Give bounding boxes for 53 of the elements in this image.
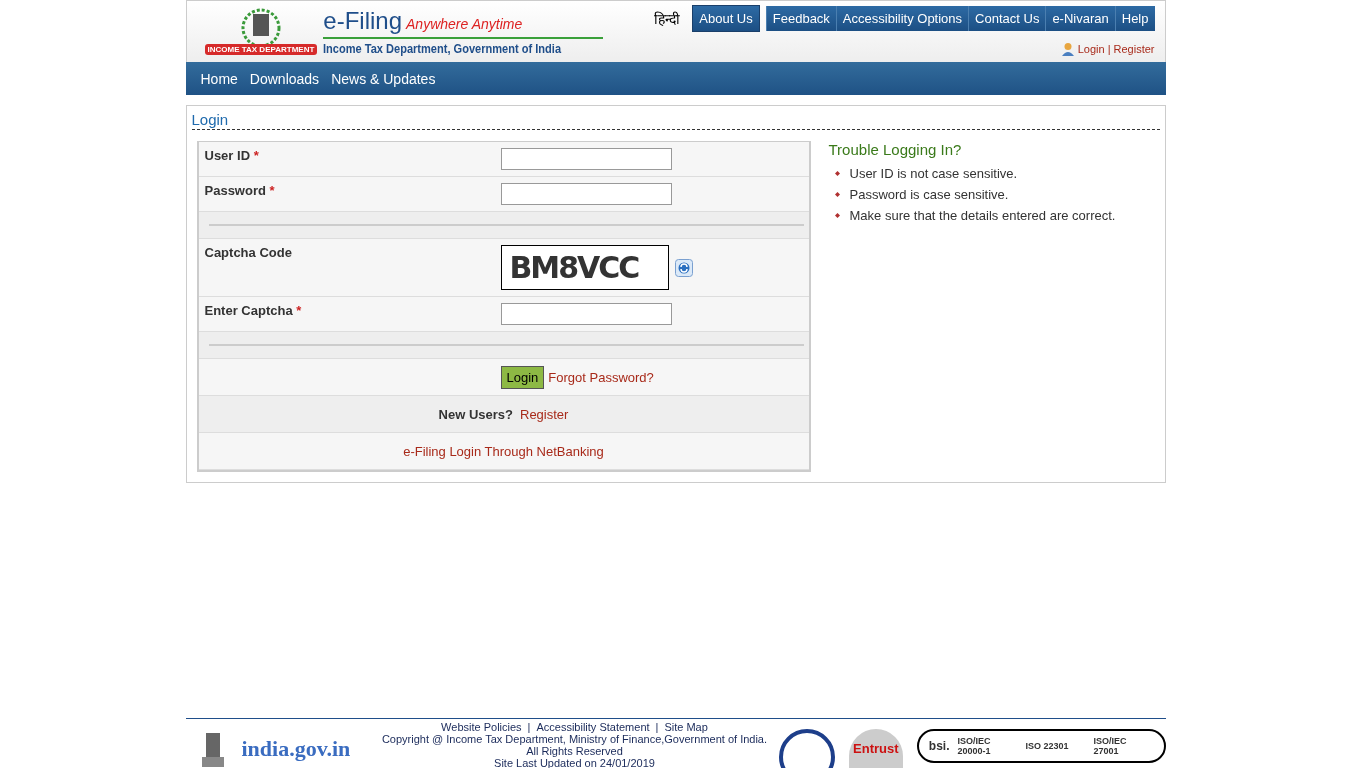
field-label: Password	[204, 183, 266, 198]
required-mark: *	[269, 183, 275, 198]
tip-text: Make sure that the details entered are correct.	[849, 208, 1116, 223]
link-separator: |	[655, 721, 659, 733]
top-menu-link[interactable]: Contact Us	[968, 6, 1046, 31]
copyright-text: Copyright @ Income Tax Department, Ministry of Finance,Government of India.	[380, 733, 769, 745]
certification-seal-icon	[778, 729, 835, 768]
top-menu-link[interactable]: Feedback	[765, 6, 836, 31]
bullet-icon	[834, 171, 840, 176]
bullet-icon	[834, 192, 840, 197]
captcha-image: BM8VCC	[500, 245, 669, 290]
netbanking-login-link[interactable]: e-Filing Login Through NetBanking	[403, 443, 604, 459]
language-link[interactable]: हिन्दी	[654, 9, 681, 28]
footer-link[interactable]: Website Policies	[441, 721, 522, 733]
footer-link[interactable]: Site Map	[664, 721, 708, 733]
nav-link[interactable]: Home	[200, 70, 238, 87]
register-link[interactable]: Register	[520, 406, 569, 422]
forgot-password-link[interactable]: Forgot Password?	[548, 369, 654, 385]
input-field[interactable]	[500, 303, 672, 325]
bullet-icon	[834, 213, 840, 218]
nav-link[interactable]: News & Updates	[331, 70, 436, 87]
required-mark: *	[296, 303, 302, 318]
tip-text: User ID is not case sensitive.	[849, 166, 1018, 181]
top-menu-link[interactable]: Accessibility Options	[835, 6, 969, 31]
tip-text: Password is case sensitive.	[849, 187, 1009, 202]
link-separator: |	[527, 721, 531, 733]
footer-link[interactable]: Accessibility Statement	[536, 721, 650, 733]
site-subtitle: Income Tax Department, Government of India	[323, 40, 562, 56]
link-separator: |	[1107, 43, 1111, 55]
field-label: Enter Captcha	[204, 303, 293, 318]
refresh-icon[interactable]	[674, 258, 693, 277]
register-link[interactable]: Register	[1113, 43, 1155, 55]
rights-text: All Rights Reserved	[525, 745, 624, 757]
emblem-ribbon-text: INCOME TAX DEPARTMENT	[204, 44, 318, 55]
input-field[interactable]	[500, 183, 672, 205]
field-label: User ID	[204, 148, 251, 163]
input-field[interactable]	[500, 148, 672, 170]
panel-title: Login	[191, 111, 1160, 130]
ssl-seal: Entrust	[848, 729, 903, 768]
nav-link[interactable]: Downloads	[249, 70, 320, 87]
trouble-heading: Trouble Logging In?	[828, 141, 963, 158]
site-tagline: Anywhere Anytime	[406, 16, 523, 32]
user-icon	[1060, 42, 1075, 56]
top-menu-link[interactable]: About Us	[692, 5, 760, 32]
top-menu-link[interactable]: Help	[1114, 6, 1155, 31]
site-title: e-Filing	[323, 7, 402, 35]
required-mark: *	[253, 148, 259, 163]
field-label: Captcha Code	[204, 245, 292, 260]
top-menu-link[interactable]: e-Nivaran	[1045, 6, 1115, 31]
login-button[interactable]: Login	[500, 365, 545, 389]
new-users-label: New Users?	[438, 406, 513, 422]
portal-logo[interactable]: india.gov.in	[241, 736, 351, 762]
login-link[interactable]: Login	[1077, 43, 1105, 55]
